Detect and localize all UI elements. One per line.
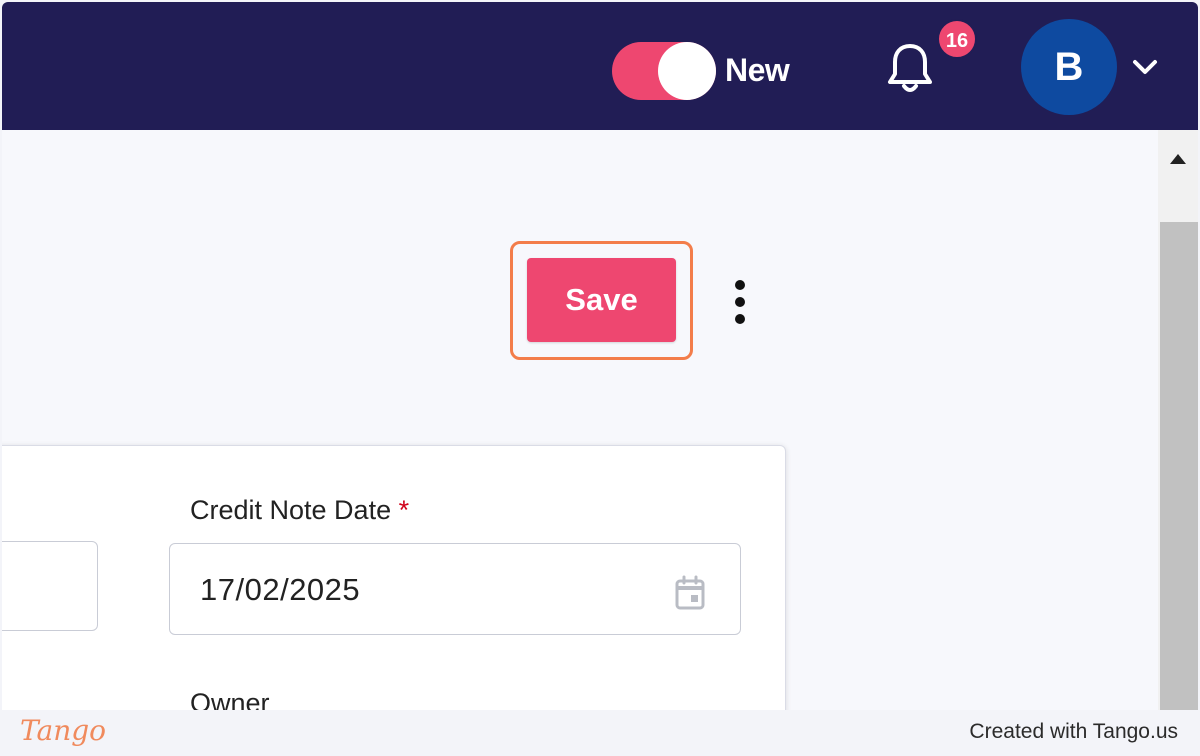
tango-logo: Tango bbox=[20, 714, 107, 747]
app-window: New 16 B Save Credit Note Date * 17/02/2… bbox=[2, 2, 1198, 710]
avatar[interactable]: B bbox=[1021, 19, 1117, 115]
calendar-icon[interactable] bbox=[673, 574, 707, 612]
tango-credit: Created with Tango.us bbox=[969, 720, 1178, 743]
credit-note-date-label-text: Credit Note Date bbox=[190, 495, 392, 525]
scroll-up-arrow-icon[interactable] bbox=[1158, 130, 1198, 220]
date-value: 17/02/2025 bbox=[200, 572, 361, 607]
new-ui-toggle[interactable] bbox=[612, 42, 716, 100]
toggle-knob bbox=[658, 42, 716, 100]
chevron-down-icon[interactable] bbox=[1130, 56, 1160, 80]
more-options-icon[interactable] bbox=[728, 280, 752, 324]
credit-note-date-label: Credit Note Date * bbox=[190, 495, 409, 526]
owner-label: Owner bbox=[190, 688, 270, 710]
required-marker: * bbox=[398, 495, 410, 525]
vertical-scrollbar[interactable] bbox=[1158, 130, 1198, 710]
credit-note-date-input[interactable]: 17/02/2025 bbox=[169, 543, 741, 635]
text-field[interactable] bbox=[2, 541, 98, 631]
scroll-thumb[interactable] bbox=[1160, 222, 1198, 710]
tango-footer: Tango Created with Tango.us bbox=[0, 710, 1200, 756]
save-button[interactable]: Save bbox=[527, 258, 676, 342]
notification-badge: 16 bbox=[937, 19, 977, 59]
toggle-label: New bbox=[725, 52, 790, 88]
top-bar: New 16 B bbox=[2, 2, 1198, 130]
bell-icon[interactable] bbox=[884, 40, 936, 96]
